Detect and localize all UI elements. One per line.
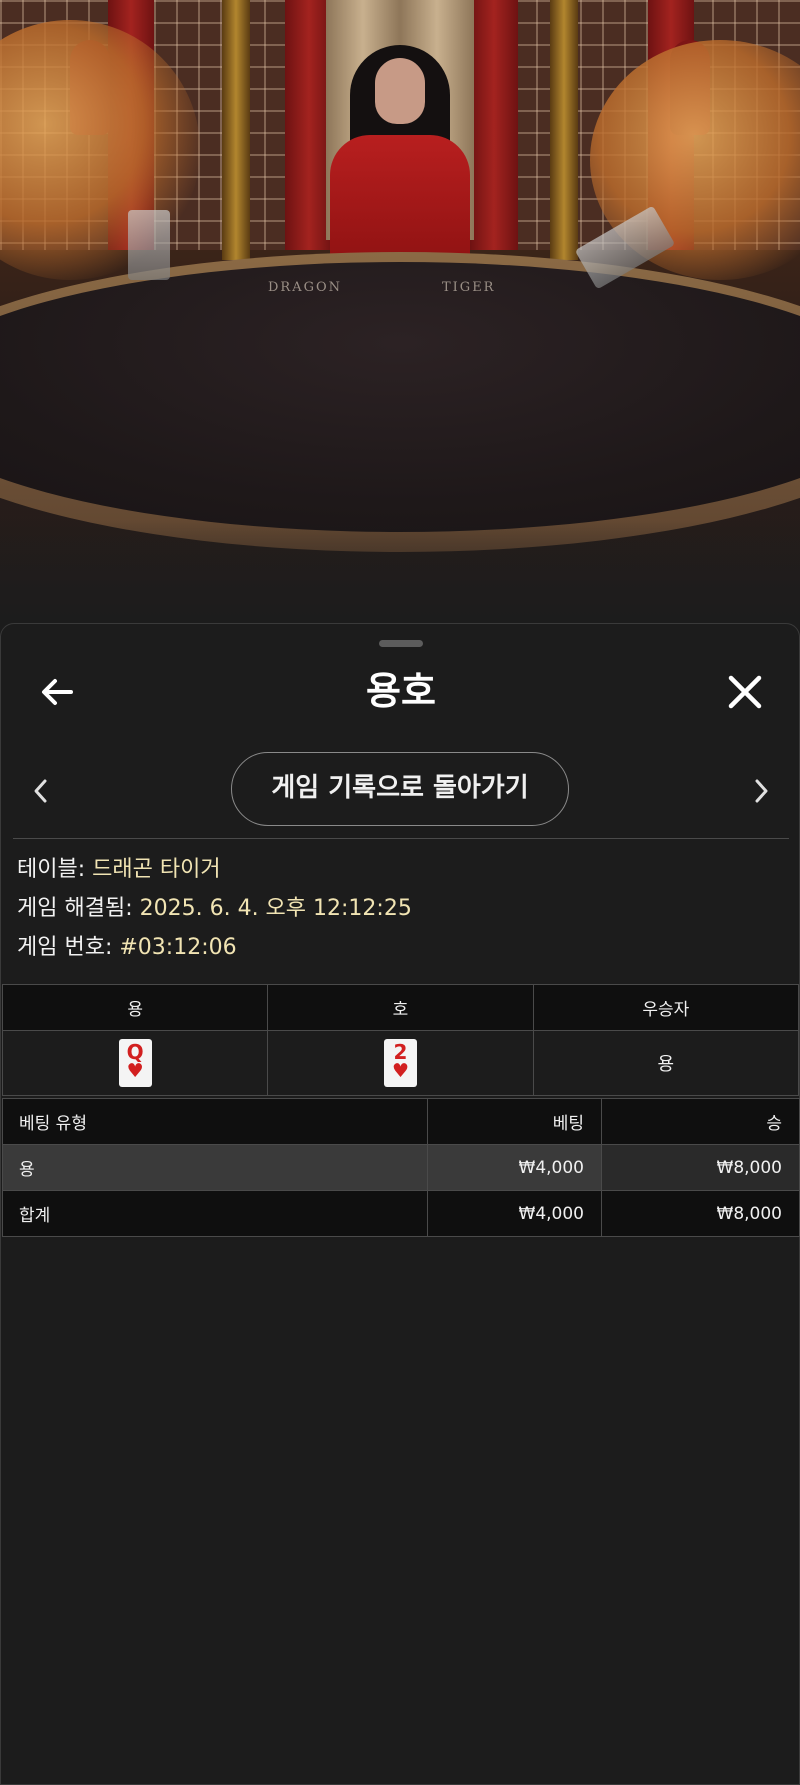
total-row: 합계 ₩4,000 ₩8,000: [2, 1190, 800, 1237]
win-amount-header: 승: [601, 1098, 800, 1145]
video-fade: [0, 520, 800, 625]
bets-table: 베팅 유형 베팅 승 용 ₩4,000 ₩8,000 합계 ₩4,000 ₩8,…: [2, 1098, 800, 1237]
game-number-info: 게임 번호: #03:12:06: [17, 934, 237, 962]
resolved-info: 게임 해결됨: 2025. 6. 4. 오후 12:12:25: [17, 895, 412, 923]
heart-suit-icon: ♥: [126, 1060, 144, 1082]
next-game-button[interactable]: [749, 776, 773, 806]
live-video-feed: DRAGON TIGER: [0, 0, 800, 625]
bet-type-cell: 용: [2, 1144, 428, 1191]
resolved-value: 2025. 6. 4. 오후 12:12:25: [139, 896, 412, 921]
tiger-card: 2 ♥: [383, 1039, 417, 1087]
arrow-left-icon: [42, 679, 73, 705]
chevron-right-icon: [755, 779, 768, 803]
winner-value: 용: [532, 1030, 800, 1096]
game-number-value: #03:12:06: [119, 935, 237, 960]
dragon-card-cell: Q ♥: [1, 1030, 269, 1096]
close-icon: [728, 675, 762, 709]
card-discard-tray: [128, 210, 170, 280]
chevron-left-icon: [34, 779, 47, 803]
table-row: 용 ₩4,000 ₩8,000: [2, 1144, 800, 1191]
total-win: ₩8,000: [601, 1190, 800, 1237]
table-value: 드래곤 타이거: [92, 857, 221, 882]
table-label: 테이블:: [17, 857, 86, 882]
tiger-column-header: 호: [267, 984, 534, 1031]
bet-amount-cell: ₩4,000: [427, 1144, 602, 1191]
back-button[interactable]: [37, 672, 77, 712]
game-number-label: 게임 번호:: [17, 935, 113, 960]
winner-column-header: 우승자: [532, 984, 800, 1031]
divider: [13, 838, 789, 839]
win-amount-cell: ₩8,000: [601, 1144, 800, 1191]
table-felt: [0, 262, 800, 532]
gold-column: [222, 0, 250, 260]
heart-suit-icon: ♥: [391, 1060, 409, 1082]
page-title: 용호: [366, 669, 436, 713]
tiger-card-cell: 2 ♥: [267, 1030, 534, 1096]
table-label-dragon: DRAGON: [268, 280, 343, 295]
dragon-card: Q ♥: [118, 1039, 152, 1087]
total-label: 합계: [2, 1190, 428, 1237]
back-to-history-button[interactable]: 게임 기록으로 돌아가기: [231, 752, 569, 826]
close-button[interactable]: [725, 672, 765, 712]
total-bet: ₩4,000: [427, 1190, 602, 1237]
dealer-face: [375, 58, 425, 124]
gold-column: [550, 0, 578, 260]
table-info: 테이블: 드래곤 타이거: [17, 856, 221, 884]
dragon-column-header: 용: [1, 984, 269, 1031]
game-details-sheet: 용호 게임 기록으로 돌아가기 테이블: 드래곤 타이거 게임 해결됨: 202…: [0, 623, 800, 1785]
sheet-drag-handle[interactable]: [379, 640, 423, 647]
cards-table: 용 호 우승자 Q ♥ 2 ♥ 용: [1, 984, 800, 1096]
dealer: [330, 135, 470, 265]
bet-amount-header: 베팅: [427, 1098, 602, 1145]
resolved-label: 게임 해결됨:: [17, 896, 133, 921]
bet-type-header: 베팅 유형: [2, 1098, 428, 1145]
table-label-tiger: TIGER: [442, 280, 496, 295]
previous-game-button[interactable]: [29, 776, 53, 806]
red-pillar: [470, 0, 518, 250]
